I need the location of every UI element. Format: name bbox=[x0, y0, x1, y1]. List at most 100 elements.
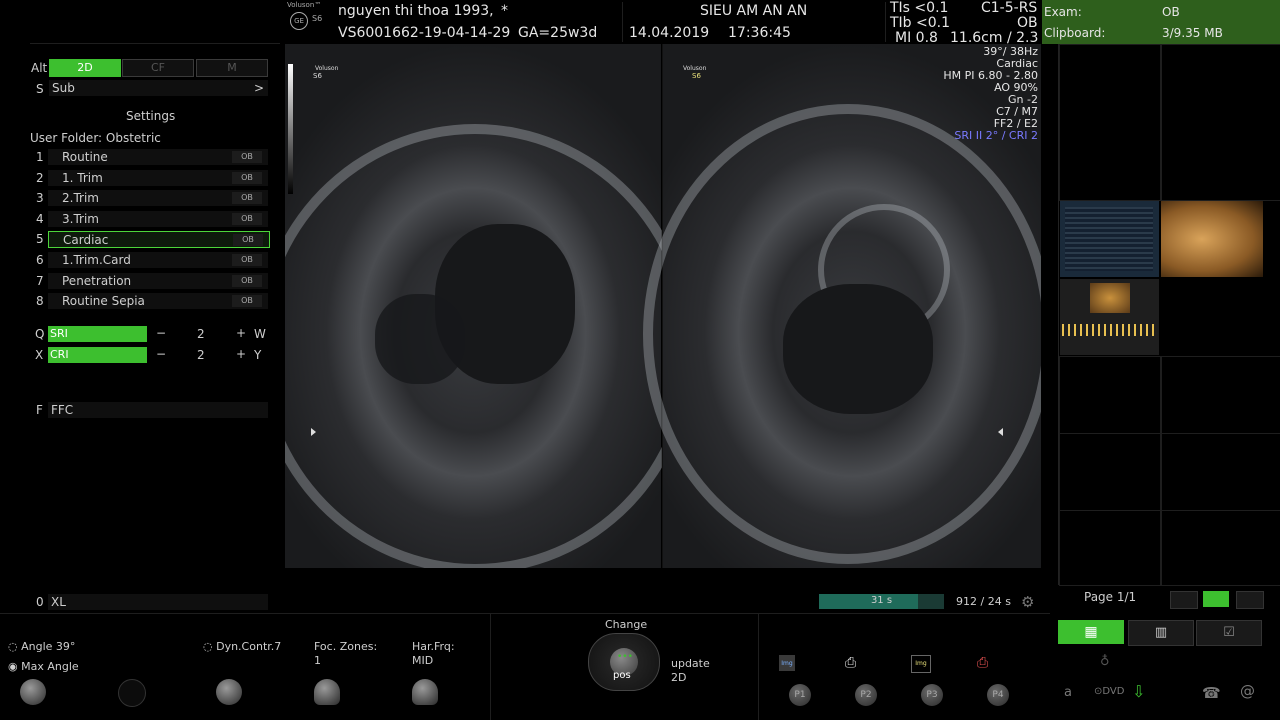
preset-item[interactable]: 2 1. Trim OB bbox=[30, 170, 268, 188]
preset-number: 7 bbox=[36, 274, 44, 288]
exam-value: OB bbox=[1162, 5, 1180, 19]
layout-1x1-button[interactable] bbox=[1170, 591, 1198, 609]
checklist-button[interactable]: ☑ bbox=[1196, 620, 1262, 646]
dyn-contr-knob[interactable] bbox=[216, 679, 242, 705]
sri-slider[interactable]: SRI bbox=[48, 326, 147, 342]
preset-box[interactable]: 2.Trim OB bbox=[48, 190, 268, 206]
angle-knob[interactable] bbox=[20, 679, 46, 705]
ffc-button[interactable]: FFC bbox=[48, 402, 268, 418]
preset-name: Cardiac bbox=[63, 233, 109, 247]
text-a-button[interactable]: a bbox=[1064, 685, 1072, 700]
layout-2x2-button[interactable] bbox=[1203, 591, 1229, 607]
preset-box[interactable]: Penetration OB bbox=[48, 273, 268, 289]
unassigned-knob[interactable] bbox=[118, 679, 146, 707]
p1-button[interactable]: P1 bbox=[789, 684, 811, 706]
preset-number: 3 bbox=[36, 191, 44, 205]
send-image-icon-label: Img bbox=[915, 660, 927, 667]
cri-right-key: Y bbox=[254, 348, 262, 362]
left-focus-marker-icon[interactable] bbox=[311, 428, 316, 436]
preset-tag: OB bbox=[232, 275, 262, 287]
preset-box[interactable]: 3.Trim OB bbox=[48, 211, 268, 227]
preset-box[interactable]: 1. Trim OB bbox=[48, 170, 268, 186]
p4-button[interactable]: P4 bbox=[987, 684, 1009, 706]
preset-name: Routine Sepia bbox=[62, 294, 145, 308]
sub-label: Sub bbox=[52, 81, 75, 95]
right-voluson-model: S6 bbox=[692, 72, 701, 80]
clipboard-label: Clipboard: bbox=[1044, 26, 1106, 40]
thumbnail-report[interactable] bbox=[1060, 201, 1159, 277]
mode-2d-button[interactable]: 2D bbox=[49, 59, 121, 77]
harmonic-frequency-knob[interactable] bbox=[412, 679, 438, 705]
at-button[interactable]: @ bbox=[1240, 682, 1255, 700]
preset-item[interactable]: 6 1.Trim.Card OB bbox=[30, 252, 268, 270]
p2-button[interactable]: P2 bbox=[855, 684, 877, 706]
network-export-icon[interactable]: ⇩ bbox=[1132, 682, 1145, 701]
preset-item[interactable]: 5 Cardiac OB bbox=[30, 231, 270, 249]
ultrasound-left-pane[interactable] bbox=[285, 44, 695, 568]
image-parameters: 39°/ 38Hz Cardiac HM PI 6.80 - 2.80 AO 9… bbox=[900, 46, 1038, 142]
xl-label: XL bbox=[51, 595, 66, 609]
preset-item[interactable]: 1 Routine OB bbox=[30, 149, 268, 167]
clinic-name: SIEU AM AN AN bbox=[700, 3, 808, 19]
preset-item[interactable]: 8 Routine Sepia OB bbox=[30, 293, 268, 311]
gear-icon[interactable]: ⚙ bbox=[1021, 593, 1034, 611]
preset-item[interactable]: 3 2.Trim OB bbox=[30, 190, 268, 208]
sub-menu-button[interactable]: Sub > bbox=[49, 80, 268, 96]
max-angle-control[interactable]: ◉ Max Angle bbox=[8, 660, 79, 673]
xl-button[interactable]: XL bbox=[48, 594, 268, 610]
preset-number: 6 bbox=[36, 253, 44, 267]
right-focus-marker-icon[interactable] bbox=[998, 428, 1003, 436]
p3-button[interactable]: P3 bbox=[921, 684, 943, 706]
thumbnail-doppler[interactable] bbox=[1060, 279, 1159, 355]
preset-box[interactable]: Routine Sepia OB bbox=[48, 293, 268, 309]
bottom-divider-v1 bbox=[490, 614, 491, 720]
microphone-icon[interactable]: ♁ bbox=[1100, 654, 1110, 669]
preset-item[interactable]: 4 3.Trim OB bbox=[30, 211, 268, 229]
sri-right-key: W bbox=[254, 327, 266, 341]
thumbnail-3d-render[interactable] bbox=[1161, 201, 1263, 277]
brand-model: S6 bbox=[312, 14, 323, 23]
ffc-label: FFC bbox=[51, 403, 74, 417]
sri-minus-button[interactable]: − bbox=[156, 326, 166, 340]
chart-view-button[interactable]: ▥ bbox=[1128, 620, 1194, 646]
mode-m-button[interactable]: M bbox=[196, 59, 268, 77]
dyn-contr-control[interactable]: ◌ Dyn.Contr.7 bbox=[203, 640, 281, 653]
patient-id: VS6001662-19-04-14-29 bbox=[338, 25, 511, 41]
preset-item[interactable]: 7 Penetration OB bbox=[30, 273, 268, 291]
sri-plus-button[interactable]: + bbox=[236, 326, 246, 340]
thumbnail-grid-button[interactable]: ▦ bbox=[1058, 620, 1124, 644]
thumbnail-panel[interactable] bbox=[1058, 44, 1280, 586]
preset-tag: OB bbox=[232, 192, 262, 204]
trackball-pos-label: pos bbox=[613, 670, 631, 681]
cri-slider[interactable]: CRI bbox=[48, 347, 147, 363]
dyn-contr-label: Dyn.Contr.7 bbox=[216, 640, 282, 653]
dvd-button[interactable]: ⊙DVD bbox=[1094, 686, 1124, 697]
trackball-control[interactable]: ••• pos bbox=[588, 633, 660, 691]
preset-number: 5 bbox=[36, 232, 44, 246]
thumb-cell bbox=[1059, 356, 1161, 434]
cri-plus-button[interactable]: + bbox=[236, 347, 246, 361]
sri-value: 2 bbox=[197, 327, 205, 341]
cine-progress-bar[interactable]: 31 s bbox=[819, 594, 944, 609]
update-label: update bbox=[671, 657, 710, 670]
layout-3x3-button[interactable] bbox=[1236, 591, 1264, 609]
preset-number: 1 bbox=[36, 150, 44, 164]
thumb-cell bbox=[1059, 433, 1161, 511]
mode-cf-button[interactable]: CF bbox=[122, 59, 194, 77]
cri-minus-button[interactable]: − bbox=[156, 347, 166, 361]
thumb-cell bbox=[1059, 510, 1161, 586]
harmonic-frequency-label: Har.Frq: bbox=[412, 640, 455, 653]
ffc-key: F bbox=[36, 403, 43, 417]
angle-control[interactable]: ◌ Angle 39° bbox=[8, 640, 75, 653]
preset-box[interactable]: Routine OB bbox=[48, 149, 268, 165]
preset-tag: OB bbox=[232, 295, 262, 307]
focus-zones-knob[interactable] bbox=[314, 679, 340, 705]
probe-name: C1-5-RS bbox=[981, 0, 1038, 16]
preset-box[interactable]: 1.Trim.Card OB bbox=[48, 252, 268, 268]
phone-icon[interactable]: ☎ bbox=[1202, 684, 1221, 702]
exam-label: Exam: bbox=[1044, 5, 1082, 19]
preset-box[interactable]: Cardiac OB bbox=[48, 231, 270, 248]
right-voluson-logo: Voluson bbox=[683, 65, 707, 72]
save-image-icon-label: Img bbox=[781, 660, 793, 667]
change-label: Change bbox=[605, 618, 648, 631]
